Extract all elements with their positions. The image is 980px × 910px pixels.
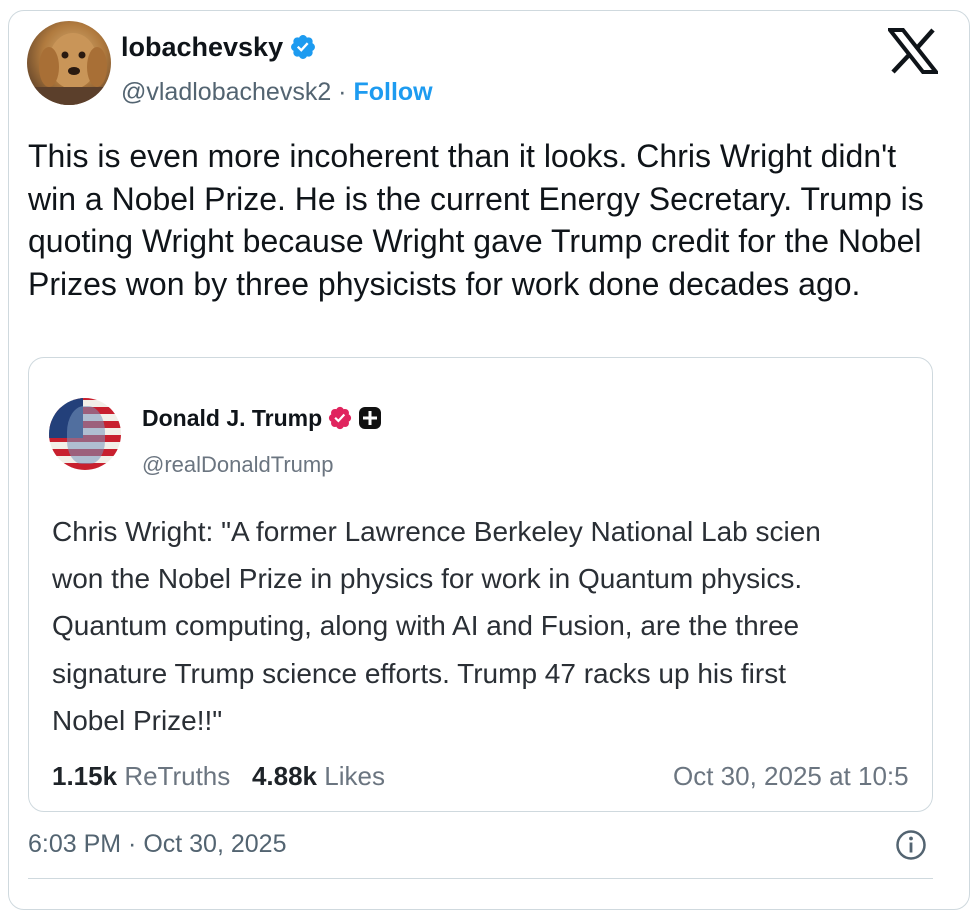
author-handle[interactable]: @vladlobachevsk2 [121,78,331,106]
quote-text: Chris Wright: "A former Lawrence Berkele… [52,508,932,744]
quote-date: Oct 30, 2025 at 10:5 [673,761,909,791]
retruths-count: 1.15k [52,761,118,791]
quote-text-line: signature Trump science efforts. Trump 4… [52,657,787,689]
retruths-label: ReTruths [124,761,231,791]
quote-author-name-text[interactable]: Donald J. Trump [142,403,322,433]
quote-author-avatar[interactable] [49,398,121,470]
quote-text-line: won the Nobel Prize in physics for work … [52,563,803,595]
quote-author-name[interactable]: Donald J. Trump [142,403,382,433]
author-handle-row: @vladlobachevsk2 · Follow [121,76,433,108]
quote-author-handle[interactable]: @realDonaldTrump [142,451,333,479]
quote-text-line: Chris Wright: "A former Lawrence Berkele… [52,516,821,547]
portrait-overlay [67,406,105,464]
likes-count: 4.88k [251,761,318,791]
follow-button[interactable]: Follow [353,78,432,106]
likes-label: Likes [324,761,385,791]
info-icon[interactable] [895,829,927,861]
quote-text-line: Nobel Prize!!" [52,704,223,736]
tweet-text: This is even more incoherent than it loo… [28,138,924,302]
quote-stats: 1.15k ReTruths 4.88k Likes [52,759,385,793]
plus-badge-icon [359,407,382,429]
author-name-text[interactable]: lobachevsky [121,30,283,64]
author-avatar[interactable] [27,21,111,105]
verified-badge-icon [329,406,352,430]
separator-dot: · [338,78,347,106]
tweet-timestamp[interactable]: 6:03 PM · Oct 30, 2025 [28,827,286,861]
quote-text-line: Quantum computing, along with AI and Fus… [52,610,800,642]
dog-avatar-image [27,33,111,105]
x-logo-icon[interactable] [888,28,938,74]
author-name[interactable]: lobachevsky [121,30,317,64]
verified-badge-icon [291,35,316,59]
quoted-post[interactable]: Donald J. Trump @realDonaldTrump Chris W… [28,357,933,812]
divider [28,878,933,879]
